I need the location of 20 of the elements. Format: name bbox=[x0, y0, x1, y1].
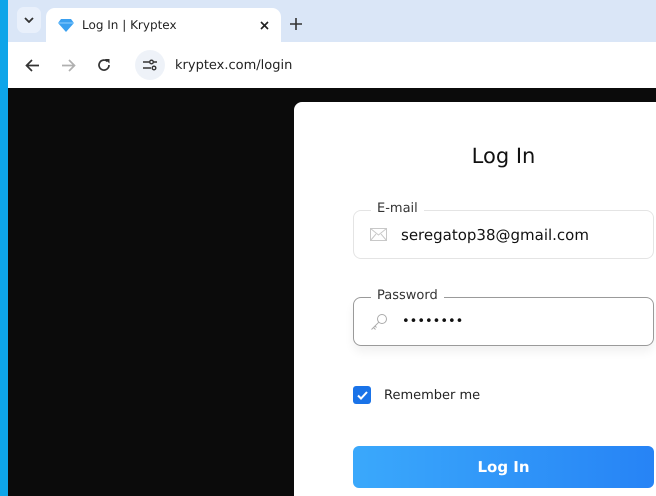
sliders-icon bbox=[143, 59, 157, 71]
diamond-icon bbox=[58, 18, 74, 32]
remember-checkbox[interactable] bbox=[353, 386, 371, 404]
plus-icon bbox=[290, 18, 302, 30]
reload-icon bbox=[97, 58, 111, 72]
checkmark-icon bbox=[356, 390, 368, 400]
field-value: •••••••• bbox=[402, 314, 464, 329]
back-arrow-icon bbox=[24, 58, 40, 72]
key-icon bbox=[370, 312, 388, 330]
chevron-down-icon bbox=[24, 17, 34, 23]
login-title: Log In bbox=[470, 144, 536, 168]
envelope-icon bbox=[370, 228, 387, 241]
forward-arrow-icon bbox=[60, 58, 76, 72]
close-icon[interactable] bbox=[260, 20, 269, 30]
remember-label: Remember me bbox=[384, 388, 480, 402]
tab-search-button[interactable] bbox=[17, 7, 41, 33]
url-text: kryptex.com/login bbox=[175, 58, 292, 72]
browser-tab[interactable]: Log In | Kryptex bbox=[46, 8, 281, 42]
site-info-button[interactable] bbox=[135, 50, 165, 80]
field-value: seregatop38@gmail.com bbox=[401, 226, 589, 244]
